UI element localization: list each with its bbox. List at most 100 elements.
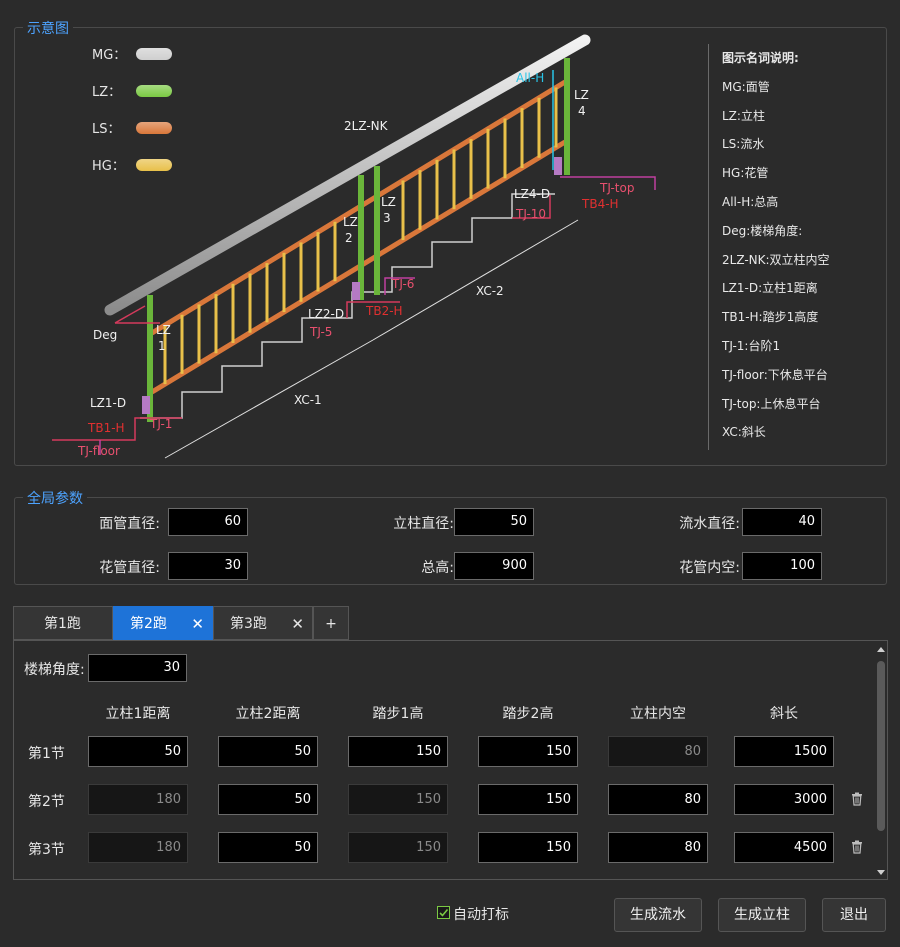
global-param-label: 花管直径:	[99, 560, 160, 576]
auto-mark-checkbox[interactable]	[437, 906, 450, 919]
segment-cell-input: 150	[348, 832, 448, 863]
global-param-label: 立柱直径:	[393, 516, 454, 532]
label-lz1-d: LZ1-D	[90, 396, 126, 410]
base-lz2	[352, 282, 360, 300]
column-header: 立柱1距离	[105, 706, 171, 722]
base-lz4	[554, 157, 562, 175]
label-lz1: LZ	[156, 323, 171, 337]
segment-cell-input: 150	[348, 784, 448, 815]
legend-label: LZ：	[92, 85, 122, 100]
tab-run-1[interactable]: 第1跑	[13, 606, 113, 640]
global-param-input[interactable]: 50	[454, 508, 534, 536]
label-tb4-h: TB4-H	[581, 197, 619, 211]
tab-label: 第1跑	[44, 616, 81, 632]
description-item: HG:花管	[722, 166, 769, 181]
angle-input[interactable]: 30	[88, 654, 187, 682]
legend-label: HG：	[92, 159, 125, 174]
label-tj-10: TJ-10	[515, 207, 546, 221]
legend-label: LS：	[92, 122, 121, 137]
label-tb1-h: TB1-H	[87, 421, 125, 435]
add-tab-button[interactable]: +	[313, 606, 349, 640]
global-param-label: 流水直径:	[679, 516, 740, 532]
segment-cell-input: 180	[88, 832, 188, 863]
close-icon[interactable]: ✕	[191, 607, 204, 641]
column-header: 立柱内空	[630, 706, 686, 722]
scrollbar-thumb[interactable]	[877, 661, 885, 831]
close-icon[interactable]: ✕	[291, 607, 304, 641]
description-item: XC:斜长	[722, 425, 766, 440]
label-all-h: All-H	[516, 71, 544, 85]
exit-button[interactable]: 退出	[822, 898, 886, 932]
description-item: LZ:立柱	[722, 108, 765, 123]
global-param-input[interactable]: 900	[454, 552, 534, 580]
description-item: 2LZ-NK:双立柱内空	[722, 252, 830, 267]
base-lz1	[142, 396, 150, 414]
segment-cell-input[interactable]: 1500	[734, 736, 834, 767]
global-param-input[interactable]: 60	[168, 508, 248, 536]
segment-cell-input[interactable]: 50	[218, 784, 318, 815]
tab-run-3[interactable]: 第3跑 ✕	[213, 606, 313, 640]
description-item: MG:面管	[722, 79, 770, 94]
label-lz4-num: 4	[578, 104, 586, 118]
segment-cell-input[interactable]: 150	[478, 736, 578, 767]
label-lz4-d: LZ4-D	[514, 187, 550, 201]
column-header: 立柱2距离	[235, 706, 301, 722]
generate-post-button[interactable]: 生成立柱	[718, 898, 806, 932]
segment-cell-input[interactable]: 50	[218, 832, 318, 863]
label-lz2: LZ	[343, 215, 358, 229]
tab-run-2[interactable]: 第2跑 ✕	[113, 606, 213, 640]
description-item: TJ-top:上休息平台	[722, 396, 821, 411]
column-header: 踏步2高	[502, 706, 554, 722]
description-header: 图示名词说明:	[722, 51, 799, 65]
legend-item: LS：	[92, 118, 172, 137]
label-tj-top: TJ-top	[599, 181, 634, 195]
label-tj-1: TJ-1	[149, 417, 172, 431]
description-item: LS:流水	[722, 137, 765, 152]
legend-pipe-swatch	[136, 47, 172, 60]
segment-cell-input[interactable]: 80	[608, 784, 708, 815]
segment-row-label: 第2节	[28, 794, 65, 810]
angle-label: 楼梯角度:	[24, 662, 85, 678]
segment-cell-input[interactable]: 150	[478, 784, 578, 815]
tab-label: 第2跑	[130, 616, 167, 632]
description-panel: 图示名词说明: MG:面管 LZ:立柱 LS:流水 HG:花管 All-H:总高 Deg:…	[708, 44, 830, 450]
global-param-input[interactable]: 30	[168, 552, 248, 580]
segment-cell-input[interactable]: 50	[88, 736, 188, 767]
global-param-input[interactable]: 100	[742, 552, 822, 580]
scroll-down-icon[interactable]	[877, 870, 885, 875]
generate-flow-button[interactable]: 生成流水	[614, 898, 702, 932]
label-lz2-d: LZ2-D	[308, 307, 344, 321]
label-lz1-num: 1	[158, 339, 166, 353]
global-param-label: 面管直径:	[99, 516, 160, 532]
description-item: TB1-H:踏步1高度	[722, 310, 819, 325]
global-param-input[interactable]: 40	[742, 508, 822, 536]
segment-cell-input[interactable]: 3000	[734, 784, 834, 815]
description-item: TJ-floor:下休息平台	[722, 367, 828, 382]
delete-icon[interactable]	[851, 840, 863, 854]
legend-pipe-swatch	[136, 84, 172, 97]
scroll-up-icon[interactable]	[877, 647, 885, 652]
label-xc-2: XC-2	[476, 284, 504, 298]
label-deg: Deg	[93, 328, 117, 342]
segment-cell-input[interactable]: 150	[348, 736, 448, 767]
segment-cell-input[interactable]: 80	[608, 832, 708, 863]
description-item: TJ-1:台阶1	[722, 338, 781, 353]
label-tb2-h: TB2-H	[365, 304, 403, 318]
label-lz3-num: 3	[383, 211, 391, 225]
segment-row-label: 第3节	[28, 842, 65, 858]
vertical-scrollbar[interactable]	[876, 645, 886, 879]
global-param-label: 花管内空:	[679, 560, 740, 576]
check-icon	[439, 908, 449, 917]
delete-icon[interactable]	[851, 792, 863, 806]
segment-cell-input[interactable]: 4500	[734, 832, 834, 863]
label-lz2-num: 2	[345, 231, 353, 245]
label-xc-1: XC-1	[294, 393, 322, 407]
segment-cell-input[interactable]: 150	[478, 832, 578, 863]
description-item: Deg:楼梯角度:	[722, 223, 803, 238]
legend-item: MG：	[92, 44, 172, 63]
global-params-title: 全局参数	[23, 488, 87, 508]
segment-cell-input[interactable]: 50	[218, 736, 318, 767]
legend-pipe-swatch	[136, 158, 172, 171]
auto-mark-label[interactable]: 自动打标	[453, 904, 509, 924]
tab-label: 第3跑	[230, 616, 267, 632]
